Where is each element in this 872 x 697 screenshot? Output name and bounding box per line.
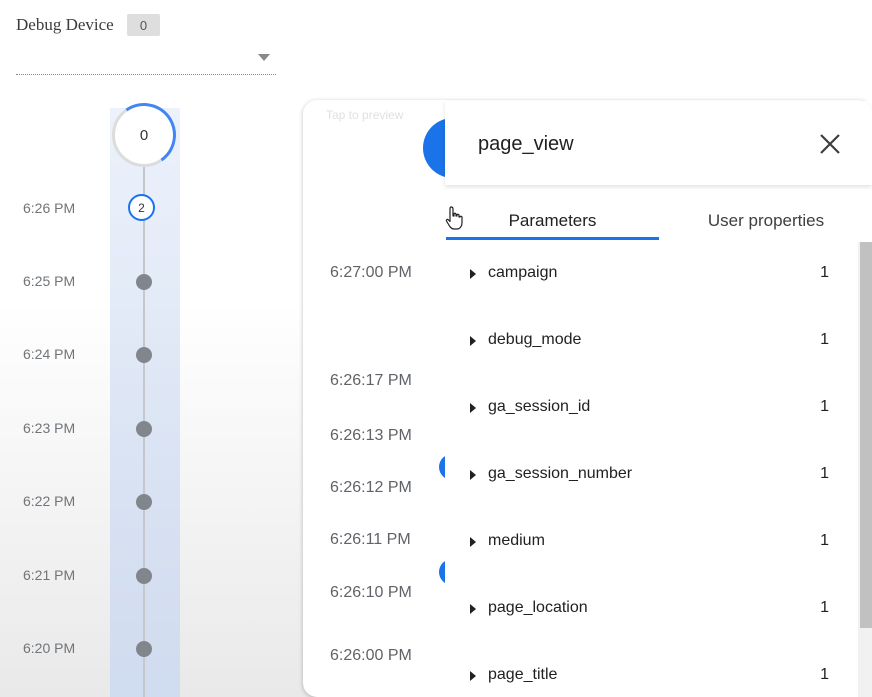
caret-right-icon	[470, 604, 476, 614]
stream-hint-text: Tap to preview	[326, 108, 404, 122]
caret-right-icon	[470, 537, 476, 547]
parameter-row-ga-session-id[interactable]: ga_session_id 1	[445, 389, 855, 429]
parameter-count: 1	[820, 666, 829, 683]
stream-time-label: 6:26:13 PM	[330, 427, 412, 444]
parameter-row-debug-mode[interactable]: debug_mode 1	[445, 322, 855, 362]
close-icon[interactable]	[818, 132, 842, 156]
timeline-time-label: 6:21 PM	[23, 567, 76, 583]
timeline-time-label: 6:24 PM	[23, 346, 76, 362]
parameter-row-medium[interactable]: medium 1	[445, 523, 855, 563]
timeline-minute-dot[interactable]	[136, 568, 152, 584]
timeline-minute-dot[interactable]	[136, 347, 152, 363]
parameter-name: ga_session_id	[488, 398, 591, 415]
timeline-time-label: 6:23 PM	[23, 420, 76, 436]
tab-user-properties[interactable]: User properties	[660, 202, 872, 240]
debug-device-label: Debug Device	[16, 15, 114, 34]
parameter-name: debug_mode	[488, 331, 582, 348]
stream-time-label: 6:27:00 PM	[330, 264, 412, 281]
timeline-time-label: 6:26 PM	[23, 200, 76, 216]
minute-event-bubble[interactable]: 2	[128, 194, 155, 221]
parameter-count: 1	[820, 599, 829, 616]
timeline-minute-dot[interactable]	[136, 274, 152, 290]
parameter-row-campaign[interactable]: campaign 1	[445, 255, 855, 295]
parameter-name: medium	[488, 532, 545, 549]
debug-device-count-badge: 0	[127, 14, 160, 36]
caret-right-icon	[470, 470, 476, 480]
tab-parameters[interactable]: Parameters	[446, 202, 659, 240]
parameter-row-ga-session-number[interactable]: ga_session_number 1	[445, 456, 855, 496]
caret-right-icon	[470, 403, 476, 413]
parameter-count: 1	[820, 264, 829, 281]
parameter-name: page_title	[488, 666, 558, 683]
parameter-row-page-location[interactable]: page_location 1	[445, 590, 855, 630]
scrollbar-thumb[interactable]	[860, 242, 872, 628]
timeline-time-label: 6:25 PM	[23, 273, 76, 289]
timeline-time-label: 6:20 PM	[23, 640, 76, 656]
timeline-minute-dot[interactable]	[136, 494, 152, 510]
parameter-row-page-title[interactable]: page_title 1	[445, 657, 855, 697]
parameter-count: 1	[820, 398, 829, 415]
hand-cursor-icon	[445, 206, 463, 230]
active-tab-indicator	[446, 237, 659, 240]
stream-time-label: 6:26:10 PM	[330, 584, 412, 601]
timeline-minute-dot[interactable]	[136, 421, 152, 437]
device-select[interactable]	[16, 48, 276, 75]
chevron-down-icon[interactable]	[258, 54, 270, 61]
stream-time-label: 6:26:12 PM	[330, 479, 412, 496]
event-name-title: page_view	[478, 133, 574, 155]
stream-time-label: 6:26:00 PM	[330, 647, 412, 664]
parameter-name: campaign	[488, 264, 558, 281]
timeline-minute-dot[interactable]	[136, 641, 152, 657]
parameter-count: 1	[820, 331, 829, 348]
parameter-name: page_location	[488, 599, 588, 616]
parameter-count: 1	[820, 532, 829, 549]
caret-right-icon	[470, 671, 476, 681]
stream-time-label: 6:26:17 PM	[330, 372, 412, 389]
parameter-name: ga_session_number	[488, 465, 633, 482]
parameter-count: 1	[820, 465, 829, 482]
caret-right-icon	[470, 269, 476, 279]
stream-time-label: 6:26:11 PM	[330, 531, 411, 548]
caret-right-icon	[470, 336, 476, 346]
timeline-time-label: 6:22 PM	[23, 493, 76, 509]
